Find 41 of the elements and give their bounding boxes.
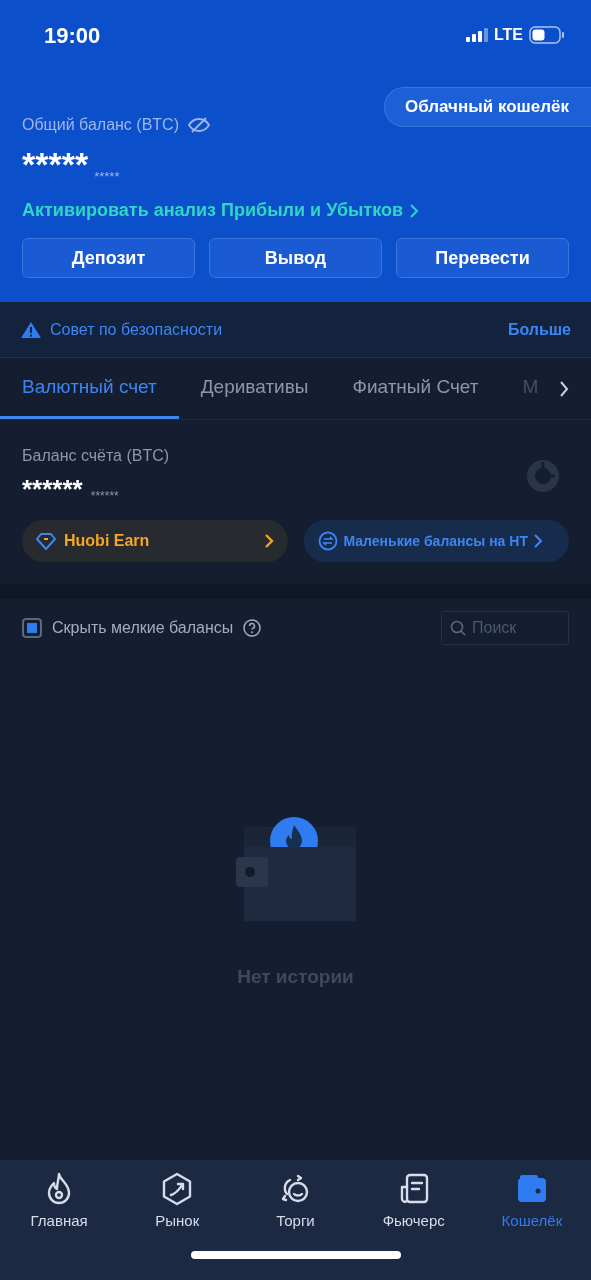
hidden-balance-secondary: *****	[94, 170, 120, 183]
account-tab[interactable]: Фиатный Счет	[330, 358, 501, 419]
signal-icon	[465, 28, 488, 42]
network-label: LTE	[493, 25, 523, 45]
battery-icon	[529, 26, 565, 44]
account-hidden-balance-secondary: ******	[90, 490, 119, 502]
search-icon	[450, 620, 466, 636]
chevron-right-icon[interactable]	[559, 379, 569, 398]
search-field[interactable]: Поиск	[441, 611, 569, 645]
total-balance-label: Общий баланс (BTC)	[22, 115, 179, 135]
warning-icon	[20, 320, 42, 339]
nav-tab[interactable]: Главная	[0, 1172, 119, 1233]
diamond-icon	[36, 532, 56, 550]
earn-button[interactable]: Huobi Earn	[22, 520, 288, 562]
hide-small-label: Скрыть мелкие балансы	[52, 618, 234, 638]
hide-small-checkbox[interactable]	[22, 618, 42, 638]
eye-hidden-icon[interactable]	[186, 117, 211, 133]
exchange-icon	[317, 531, 338, 551]
security-tip-text: Совет по безопасности	[50, 319, 223, 340]
pnl-analysis-link[interactable]: Активировать анализ Прибыли и Убытков	[22, 197, 403, 224]
nav-tab[interactable]: Фьючерс	[354, 1172, 473, 1233]
chevron-right-icon	[533, 533, 542, 549]
hexagon-arrow-icon	[161, 1172, 194, 1206]
status-time: 19:00	[44, 21, 101, 50]
account-tab[interactable]: Валютный счет	[0, 358, 179, 419]
more-link[interactable]: Больше	[507, 317, 571, 342]
action-button[interactable]: Депозит	[22, 238, 195, 278]
action-button[interactable]: Вывод	[209, 238, 382, 278]
account-balance-label: Баланс счёта (BTC)	[22, 446, 170, 466]
action-button[interactable]: Перевести	[396, 238, 569, 278]
nav-tab[interactable]: Кошелёк	[472, 1172, 591, 1233]
help-icon[interactable]	[243, 619, 262, 637]
hidden-balance: *****	[22, 147, 89, 181]
cloud-wallet-button[interactable]: Облачный кошелёк	[384, 87, 591, 127]
small-balances-button[interactable]: Маленькие балансы на HT	[303, 520, 569, 562]
nav-tab[interactable]: Рынок	[118, 1172, 237, 1233]
account-tab[interactable]: Деривативы	[178, 358, 331, 419]
nav-tab[interactable]: Торги	[236, 1172, 355, 1233]
account-hidden-balance: ******	[22, 476, 83, 502]
chevron-right-icon	[409, 202, 419, 219]
chevron-right-icon	[263, 533, 274, 549]
